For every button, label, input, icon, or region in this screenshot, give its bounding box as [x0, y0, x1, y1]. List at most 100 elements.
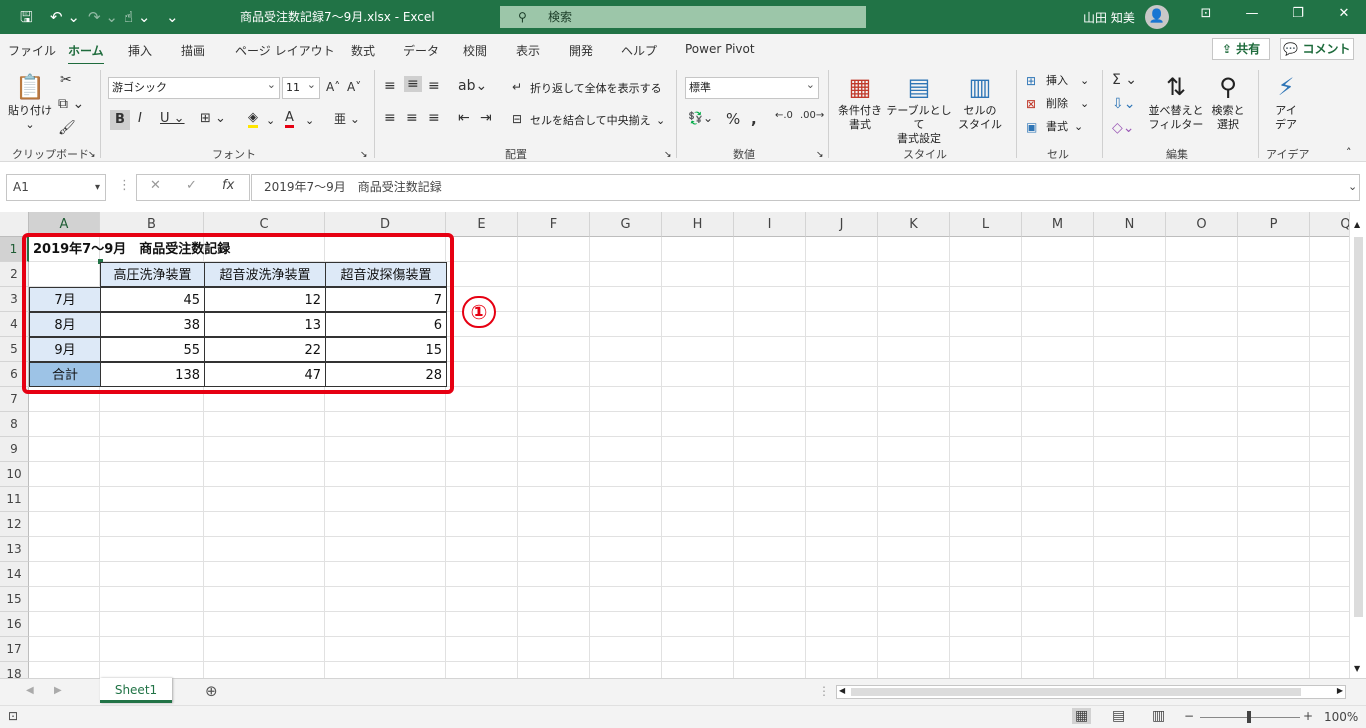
phonetic-icon[interactable]: 亜 ⌄ — [334, 110, 360, 127]
tab-home[interactable]: ホーム — [68, 42, 104, 66]
ideas-button[interactable]: ⚡ アイ デア — [1264, 72, 1308, 132]
vertical-scrollbar[interactable]: ▲ ▼ — [1349, 212, 1366, 678]
row-header-14[interactable]: 14 — [0, 562, 29, 587]
user-name[interactable]: 山田 知美 — [1083, 9, 1135, 26]
align-left-icon[interactable]: ≡ — [384, 110, 396, 126]
expand-formula-icon[interactable]: ⌄ — [1348, 180, 1357, 193]
cancel-icon[interactable]: ✕ — [150, 178, 161, 193]
autosum-icon[interactable]: Σ ⌄ — [1112, 72, 1137, 88]
decrease-indent-icon[interactable]: ⇤ — [458, 110, 470, 126]
format-cells-dropdown-icon[interactable]: ⌄ — [1074, 120, 1083, 134]
share-button[interactable]: ⇪ 共有 — [1212, 38, 1270, 60]
bold-button[interactable]: B — [110, 110, 130, 130]
comma-icon[interactable]: , — [751, 110, 757, 128]
name-box-dropdown-icon[interactable]: ▾ — [95, 175, 100, 200]
column-header-i[interactable]: I — [734, 212, 806, 237]
find-select-button[interactable]: ⚲ 検索と 選択 — [1206, 72, 1250, 132]
delete-cells-dropdown-icon[interactable]: ⌄ — [1080, 97, 1089, 111]
number-launcher-icon[interactable]: ↘ — [816, 148, 824, 162]
tab-power-pivot[interactable]: Power Pivot — [685, 42, 755, 56]
horizontal-scroll-thumb[interactable] — [851, 688, 1301, 696]
row-header-10[interactable]: 10 — [0, 462, 29, 487]
decrease-decimal-icon[interactable]: .00→ — [800, 110, 824, 121]
column-header-q[interactable]: Q — [1310, 212, 1349, 237]
search-box[interactable]: ⚲ 検索 — [500, 6, 866, 28]
font-size-select[interactable]: 11 — [282, 75, 320, 99]
ribbon-display-icon[interactable]: ⊡ — [1196, 6, 1216, 21]
tab-page-layout[interactable]: ページ レイアウト — [235, 42, 335, 59]
sheet-tab-sheet1[interactable]: Sheet1 — [100, 678, 172, 703]
number-format-select[interactable]: 標準 — [685, 75, 819, 99]
scroll-down-icon[interactable]: ▼ — [1354, 664, 1360, 673]
tab-draw[interactable]: 描画 — [181, 42, 205, 59]
insert-cells-dropdown-icon[interactable]: ⌄ — [1080, 74, 1089, 88]
align-right-icon[interactable]: ≡ — [428, 110, 440, 126]
format-as-table-button[interactable]: ▤ テーブルとして 書式設定 — [884, 72, 954, 146]
tab-developer[interactable]: 開発 — [569, 42, 593, 59]
next-sheet-icon[interactable]: ▶ — [54, 685, 62, 696]
scroll-right-icon[interactable]: ▶ — [1337, 686, 1343, 695]
insert-cells-button[interactable]: 挿入 — [1046, 74, 1068, 88]
undo-icon[interactable]: ↶ ⌄ — [50, 7, 80, 27]
formula-input[interactable]: 2019年7～9月 商品受注数記録 — [251, 174, 1360, 201]
tab-file[interactable]: ファイル — [8, 42, 56, 59]
merge-center-button[interactable]: セルを結合して中央揃え — [530, 114, 651, 128]
close-icon[interactable]: ✕ — [1334, 6, 1354, 21]
row-header-15[interactable]: 15 — [0, 587, 29, 612]
fill-color-icon[interactable]: ◈ — [248, 110, 258, 128]
touch-mode-icon[interactable]: ☝ ⌄ — [124, 7, 150, 27]
clear-icon[interactable]: ◇⌄ — [1112, 120, 1135, 136]
clipboard-launcher-icon[interactable]: ↘ — [88, 148, 96, 162]
row-header-16[interactable]: 16 — [0, 612, 29, 637]
border-icon[interactable]: ⊞ ⌄ — [200, 111, 226, 126]
column-header-k[interactable]: K — [878, 212, 950, 237]
insert-function-icon[interactable]: fx — [222, 178, 234, 193]
zoom-out-icon[interactable]: − — [1184, 709, 1194, 723]
horizontal-scrollbar[interactable]: ◀ ▶ — [836, 685, 1346, 699]
format-cells-button[interactable]: 書式 — [1046, 120, 1068, 134]
save-icon[interactable]: 🖫 — [20, 7, 33, 27]
tab-formulas[interactable]: 数式 — [351, 42, 375, 59]
align-center-icon[interactable]: ≡ — [406, 110, 418, 126]
prev-sheet-icon[interactable]: ◀ — [26, 685, 34, 696]
currency-icon[interactable]: 💱⌄ — [688, 111, 713, 125]
font-color-dropdown-icon[interactable]: ⌄ — [305, 114, 314, 128]
cut-icon[interactable]: ✂ — [60, 72, 72, 88]
sort-filter-button[interactable]: ⇅ 並べ替えと フィルター — [1146, 72, 1206, 132]
zoom-in-icon[interactable]: + — [1303, 709, 1313, 723]
collapse-ribbon-icon[interactable]: ˄ — [1346, 146, 1352, 160]
copy-icon[interactable]: ⧉ ⌄ — [58, 96, 84, 112]
vertical-scroll-thumb[interactable] — [1354, 237, 1363, 617]
tab-insert[interactable]: 挿入 — [128, 42, 152, 59]
avatar[interactable]: 👤 — [1145, 5, 1169, 29]
comment-button[interactable]: 💬 コメント — [1280, 38, 1354, 60]
enter-icon[interactable]: ✓ — [186, 178, 197, 193]
column-header-e[interactable]: E — [446, 212, 518, 237]
column-header-m[interactable]: M — [1022, 212, 1094, 237]
paste-button[interactable]: 📋 貼り付け ⌄ — [8, 72, 52, 132]
redo-icon[interactable]: ↷ ⌄ — [88, 7, 118, 27]
column-header-g[interactable]: G — [590, 212, 662, 237]
restore-icon[interactable]: ❐ — [1288, 6, 1308, 21]
worksheet-grid[interactable]: ABCDEFGHIJKLMNOPQ 1 2 3 4 5 6 7 8 9 10 11 12 13 14 15 1… — [0, 212, 1349, 678]
cell-styles-button[interactable]: ▥ セルの スタイル — [954, 72, 1006, 132]
normal-view-icon[interactable]: ▦ — [1072, 708, 1092, 724]
column-header-l[interactable]: L — [950, 212, 1022, 237]
increase-decimal-icon[interactable]: ←.0 — [775, 110, 793, 121]
alignment-launcher-icon[interactable]: ↘ — [664, 148, 672, 162]
scroll-left-icon[interactable]: ◀ — [839, 686, 845, 695]
row-header-17[interactable]: 17 — [0, 637, 29, 662]
align-top-icon[interactable]: ≡ — [384, 78, 396, 94]
fill-icon[interactable]: ⇩⌄ — [1112, 96, 1135, 112]
add-sheet-icon[interactable]: ⊕ — [205, 682, 218, 700]
align-bottom-icon[interactable]: ≡ — [428, 78, 440, 94]
tab-data[interactable]: データ — [403, 42, 439, 59]
customize-qat-icon[interactable]: ⌄ — [166, 7, 179, 27]
zoom-slider-thumb[interactable] — [1247, 711, 1251, 723]
delete-cells-button[interactable]: 削除 — [1046, 97, 1068, 111]
italic-button[interactable]: I — [138, 111, 142, 126]
wrap-text-button[interactable]: 折り返して全体を表示する — [530, 82, 662, 96]
column-header-o[interactable]: O — [1166, 212, 1238, 237]
column-header-n[interactable]: N — [1094, 212, 1166, 237]
page-break-view-icon[interactable]: ▥ — [1152, 708, 1165, 724]
